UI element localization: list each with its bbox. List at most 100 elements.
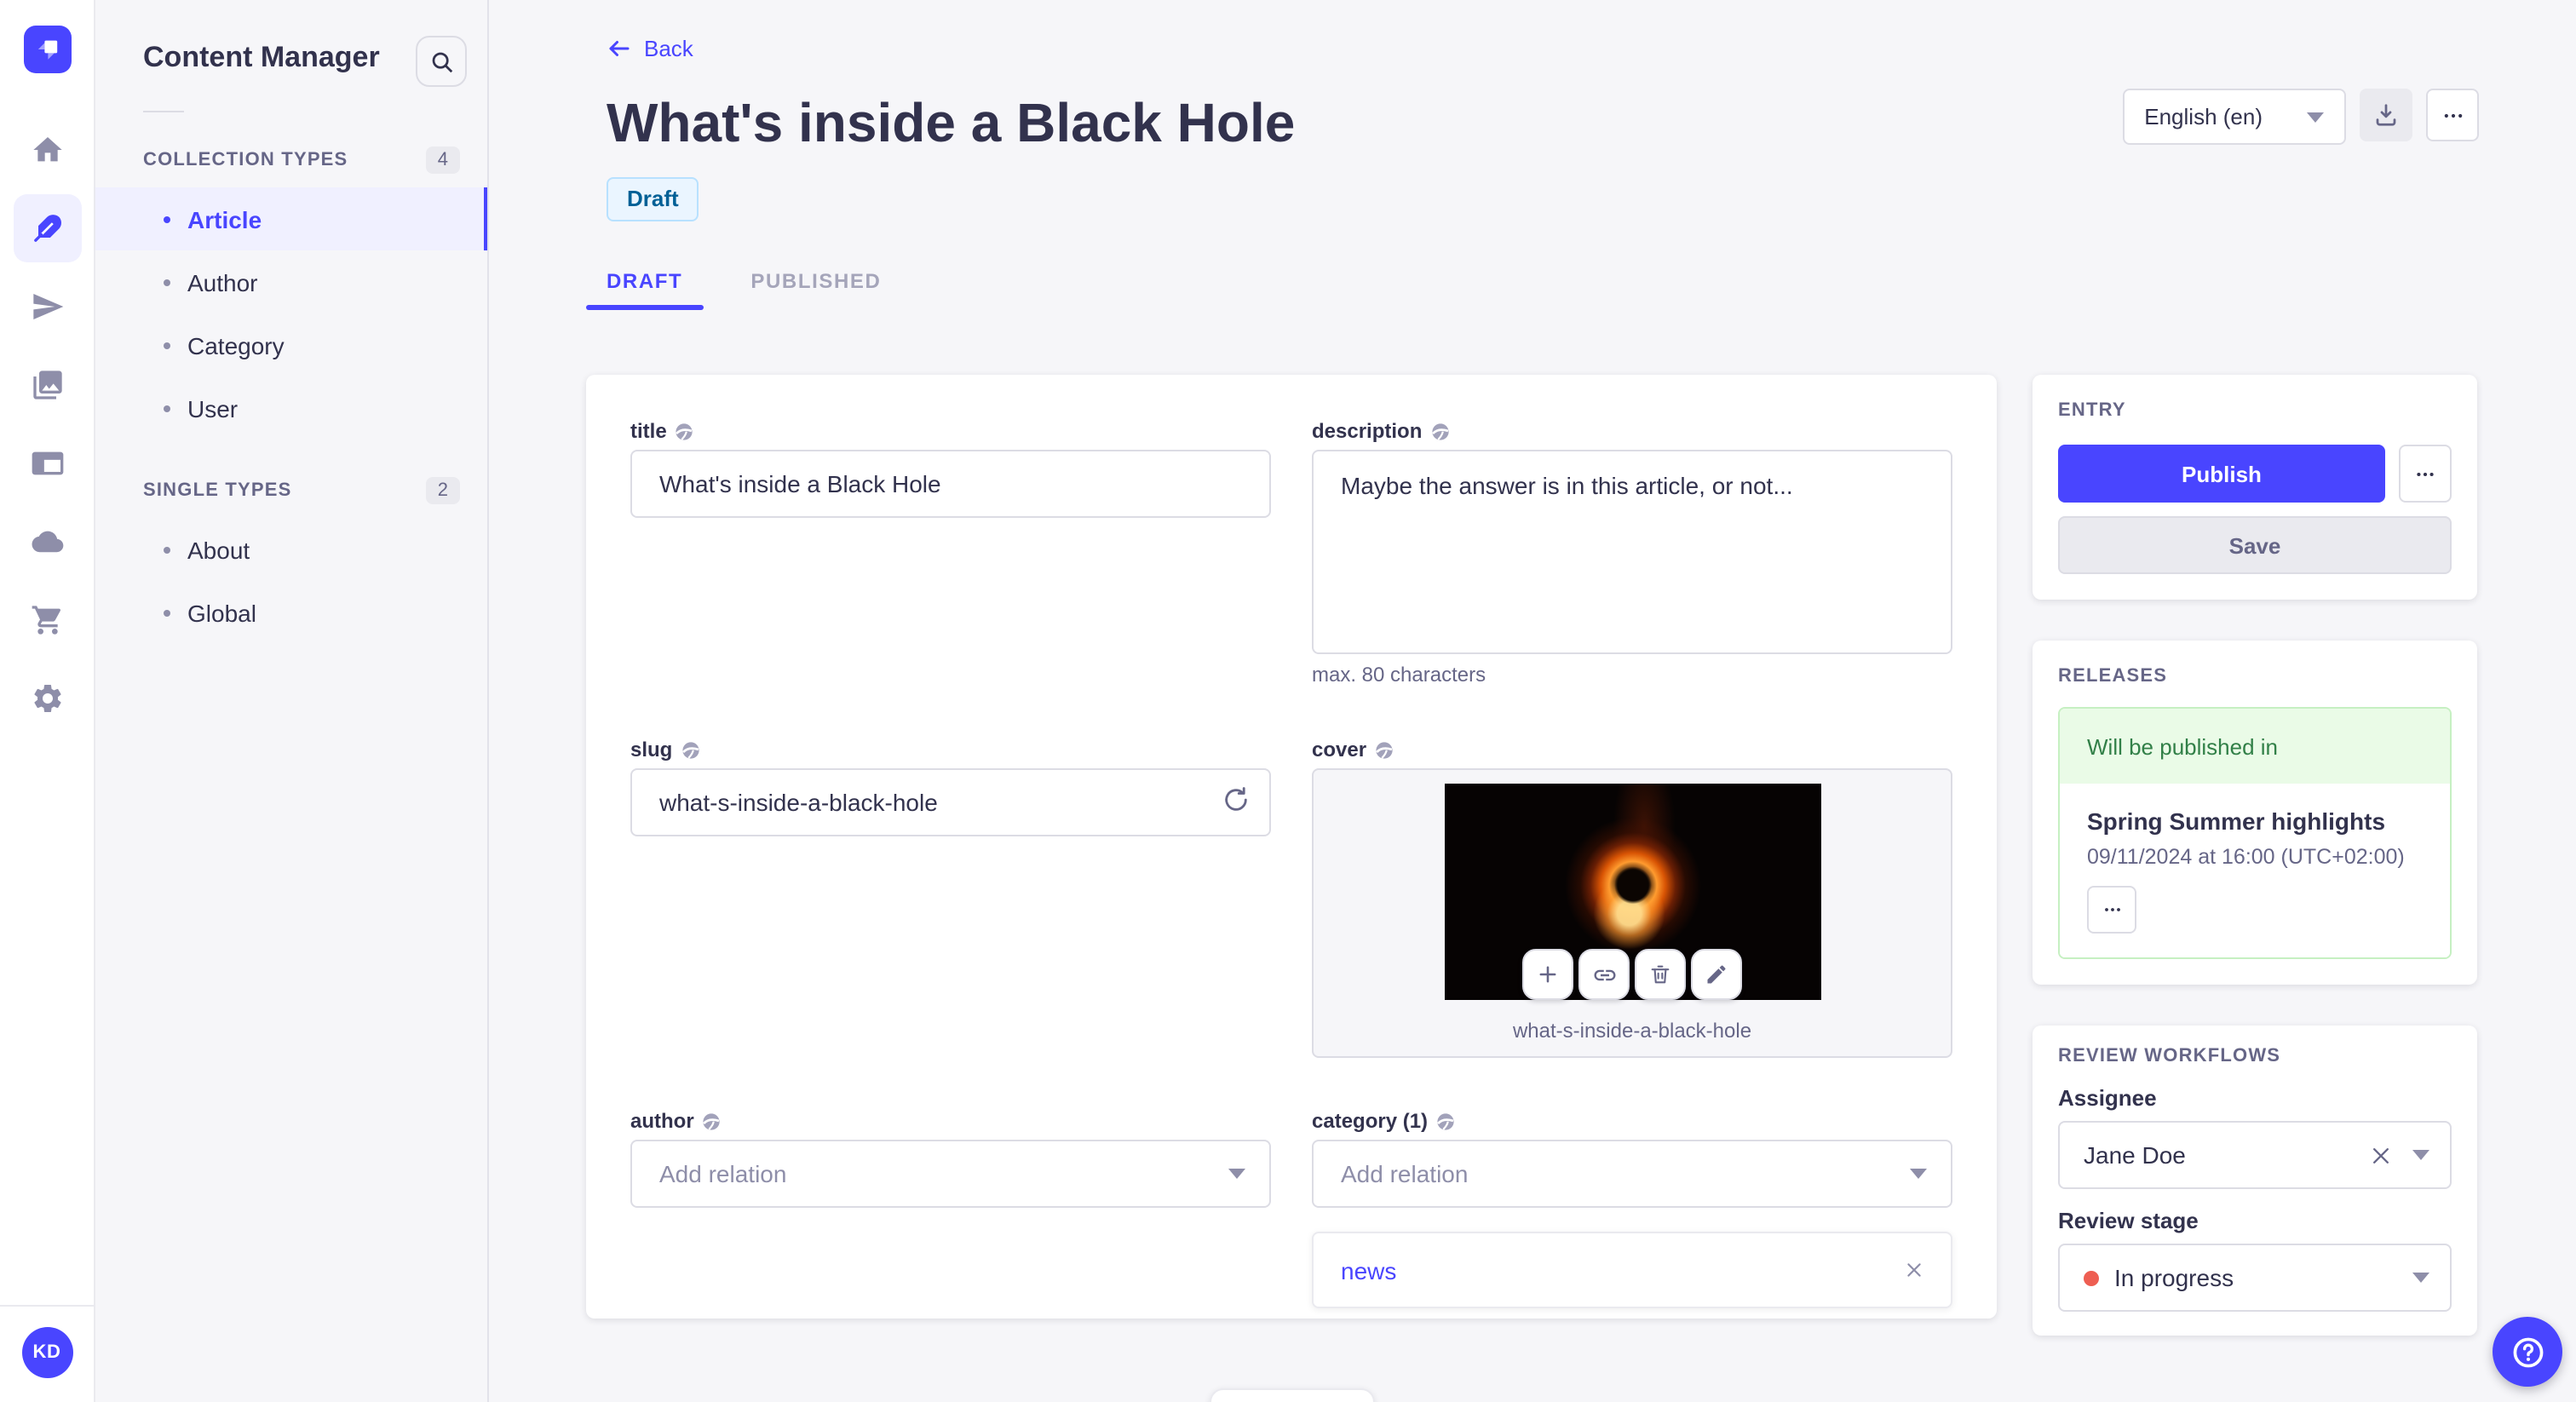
clear-assignee-icon[interactable]: [2370, 1144, 2392, 1166]
ellipsis-icon: [2443, 112, 2462, 118]
publish-button[interactable]: Publish: [2058, 445, 2385, 503]
sidebar-item-content-manager[interactable]: [13, 194, 81, 262]
delete-media-button[interactable]: [1635, 949, 1686, 1000]
category-relation-item: news: [1312, 1232, 1952, 1308]
subnav-item-label: Global: [187, 599, 256, 626]
sidebar-item-marketplace[interactable]: [13, 586, 81, 654]
refresh-icon: [1225, 787, 1247, 811]
bullet-dot: [164, 609, 170, 616]
assignee-value: Jane Doe: [2084, 1141, 2186, 1169]
subnav-item-author[interactable]: Author: [95, 250, 487, 313]
settings-gear-icon: [33, 685, 60, 712]
title-input[interactable]: [630, 450, 1271, 518]
relation-link-news[interactable]: news: [1341, 1256, 1396, 1284]
subnav-divider: [143, 111, 184, 112]
field-category-label: category (1): [1312, 1109, 1429, 1133]
back-link[interactable]: Back: [607, 36, 693, 61]
save-button[interactable]: Save: [2058, 516, 2452, 574]
review-stage-combobox[interactable]: In progress: [2058, 1244, 2452, 1312]
side-panels: ENTRY Publish Save RELEASES Will be publ…: [2033, 375, 2477, 1336]
chevron-down-icon: [1910, 1169, 1927, 1179]
globe-icon: [681, 741, 699, 758]
single-types-count-badge: 2: [425, 477, 460, 504]
globe-icon: [676, 422, 693, 440]
locale-select[interactable]: English (en): [2122, 89, 2346, 145]
category-relation-combobox[interactable]: Add relation: [1312, 1140, 1952, 1208]
more-options-button[interactable]: [2426, 89, 2479, 141]
layout-icon: [31, 451, 63, 475]
single-types-header: SINGLE TYPES 2: [95, 453, 487, 518]
app-window: KD Content Manager COLLECTION TYPES 4 Ar…: [0, 0, 2576, 1402]
add-media-button[interactable]: [1522, 949, 1573, 1000]
tab-draft[interactable]: DRAFT: [586, 259, 703, 310]
collection-types-count-badge: 4: [425, 147, 460, 174]
cloud-icon: [31, 531, 63, 553]
subnav-item-label: User: [187, 394, 239, 422]
content-manager-subnav: Content Manager COLLECTION TYPES 4 Artic…: [95, 0, 489, 1402]
main-nav-rail: KD: [0, 0, 95, 1402]
sidebar-item-settings[interactable]: [13, 664, 81, 733]
back-arrow-icon: [609, 41, 630, 56]
user-avatar[interactable]: KD: [21, 1327, 72, 1378]
globe-icon: [703, 1112, 721, 1129]
search-button[interactable]: [416, 36, 467, 87]
review-stage-label: Review stage: [2058, 1208, 2199, 1233]
field-slug: slug: [630, 738, 1271, 1058]
version-tabs: DRAFT PUBLISHED: [586, 259, 2479, 310]
edit-media-button[interactable]: [1691, 949, 1742, 1000]
field-author: author Add relation: [630, 1109, 1271, 1308]
tab-published[interactable]: PUBLISHED: [730, 259, 901, 310]
download-button[interactable]: [2360, 89, 2412, 141]
chevron-down-icon: [2307, 112, 2324, 122]
subnav-title: Content Manager: [143, 41, 380, 73]
main-content: Back English (en) What's inside a Black …: [489, 0, 2576, 1402]
cover-media-field: what-s-inside-a-black-hole: [1312, 768, 1952, 1058]
description-hint: max. 80 characters: [1312, 663, 1486, 687]
release-more-button[interactable]: [2087, 886, 2136, 934]
sidebar-item-releases[interactable]: [13, 273, 81, 341]
field-title: title: [630, 419, 1271, 687]
subnav-item-category[interactable]: Category: [95, 313, 487, 376]
category-placeholder: Add relation: [1341, 1160, 1469, 1187]
chevron-down-icon: [1228, 1169, 1245, 1179]
cover-filename: what-s-inside-a-black-hole: [1512, 1019, 1752, 1043]
description-textarea[interactable]: Maybe the answer is in this article, or …: [1312, 450, 1952, 654]
rail-nav-list: [13, 116, 81, 743]
sidebar-item-deploy[interactable]: [13, 508, 81, 576]
subnav-item-about[interactable]: About: [95, 518, 487, 581]
subnav-item-article[interactable]: Article: [95, 187, 487, 250]
copy-link-button[interactable]: [1578, 949, 1630, 1000]
sidebar-item-content-type-builder[interactable]: [13, 429, 81, 497]
strapi-logo[interactable]: [23, 26, 71, 73]
feather-icon: [33, 215, 60, 242]
chevron-down-icon: [2412, 1150, 2429, 1160]
regenerate-slug-button[interactable]: [1222, 785, 1251, 823]
cover-toolbar: [1522, 949, 1742, 1000]
trash-icon: [1651, 965, 1670, 984]
help-button[interactable]: [2493, 1317, 2562, 1387]
slug-input[interactable]: [630, 768, 1271, 836]
collection-types-header: COLLECTION TYPES 4: [95, 123, 487, 187]
subnav-item-label: Category: [187, 331, 285, 359]
subnav-item-global[interactable]: Global: [95, 581, 487, 644]
home-icon: [32, 137, 61, 162]
releases-panel: RELEASES Will be published in Spring Sum…: [2033, 641, 2477, 985]
bullet-dot: [164, 279, 170, 285]
sidebar-item-home[interactable]: [13, 116, 81, 184]
next-card-peek: [1210, 1388, 1375, 1402]
locale-value: English (en): [2144, 104, 2263, 129]
review-stage-value: In progress: [2114, 1264, 2234, 1291]
sidebar-item-media-library[interactable]: [13, 351, 81, 419]
status-badge: Draft: [607, 177, 699, 221]
author-relation-combobox[interactable]: Add relation: [630, 1140, 1271, 1208]
section-label: COLLECTION TYPES: [143, 150, 348, 170]
author-placeholder: Add relation: [659, 1160, 787, 1187]
remove-relation-icon[interactable]: [1905, 1261, 1923, 1279]
release-title[interactable]: Spring Summer highlights: [2087, 807, 2423, 835]
review-workflows-panel: REVIEW WORKFLOWS Assignee Jane Doe Revie…: [2033, 1026, 2477, 1336]
entry-panel-heading: ENTRY: [2058, 400, 2126, 421]
subnav-item-user[interactable]: User: [95, 376, 487, 440]
assignee-combobox[interactable]: Jane Doe: [2058, 1121, 2452, 1189]
question-mark-icon: [2512, 1336, 2543, 1367]
entry-more-button[interactable]: [2399, 445, 2452, 503]
